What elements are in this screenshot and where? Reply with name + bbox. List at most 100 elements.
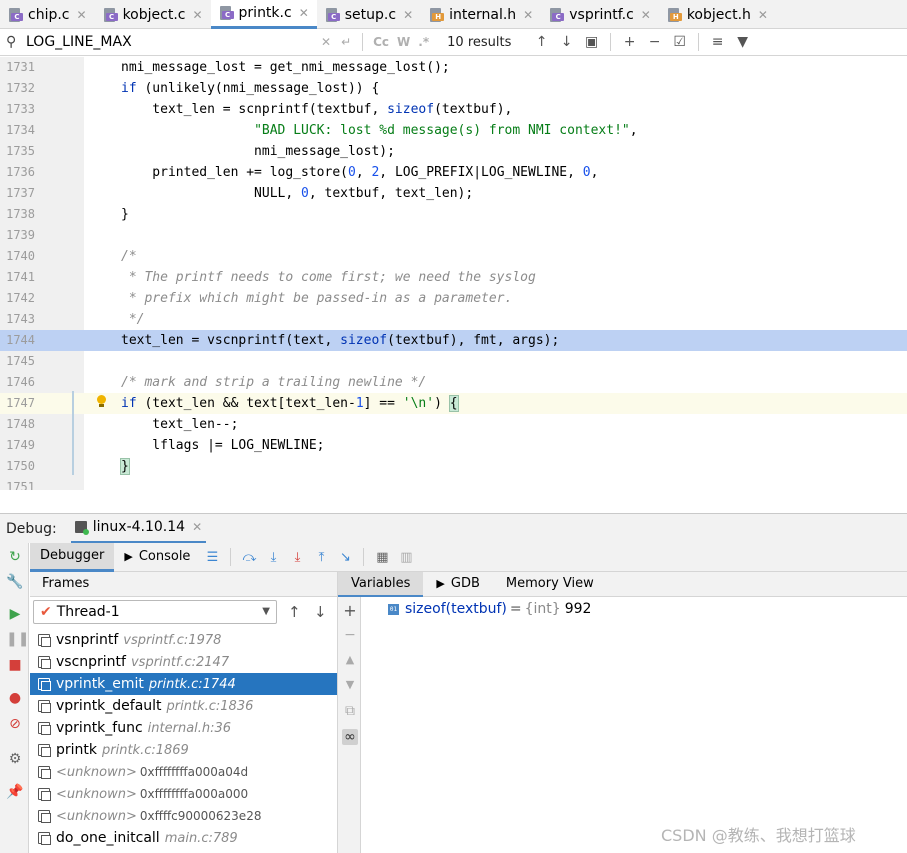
code-editor[interactable]: 1731 nmi_message_lost = get_nmi_message_l…: [0, 57, 907, 490]
code-line[interactable]: 1740 /*: [0, 246, 907, 267]
resume-icon[interactable]: ▶: [6, 605, 24, 623]
close-icon[interactable]: ✕: [77, 8, 87, 22]
code-line[interactable]: 1735 nmi_message_lost);: [0, 141, 907, 162]
thread-select[interactable]: ✔ Thread-1 ▼: [33, 600, 277, 624]
frame-function: <unknown>: [56, 786, 137, 802]
select-all-occurrences-icon[interactable]: ▣: [579, 34, 604, 50]
code-line[interactable]: 1748 text_len--;: [0, 414, 907, 435]
code-line[interactable]: 1743 */: [0, 309, 907, 330]
code-line[interactable]: 1738}: [0, 204, 907, 225]
mute-breakpoints-icon[interactable]: ⊘: [6, 715, 24, 733]
tab-printk-c[interactable]: Cprintk.c ✕: [210, 0, 317, 29]
code-line[interactable]: 1746 /* mark and strip a trailing newline…: [0, 372, 907, 393]
pin-icon[interactable]: 📌: [6, 783, 24, 801]
gear-icon[interactable]: ⚙: [6, 750, 24, 768]
clear-search-icon[interactable]: ✕: [321, 35, 331, 49]
move-down-icon[interactable]: ▼: [342, 678, 358, 691]
tab-internal-h[interactable]: Hinternal.h ✕: [421, 0, 541, 29]
c-file-icon: C: [325, 7, 340, 22]
tab-vsprintf-c[interactable]: Cvsprintf.c ✕: [541, 0, 659, 29]
variable-row[interactable]: 01 sizeof(textbuf) = {int} 992: [388, 601, 591, 617]
code-line[interactable]: 1747 if (text_len && text[text_len-1] == …: [0, 393, 907, 414]
new-line-icon[interactable]: ↵: [341, 35, 351, 49]
move-up-icon[interactable]: ▲: [342, 653, 358, 666]
code-line[interactable]: 1742 * prefix which might be passed-in a…: [0, 288, 907, 309]
add-watch-icon[interactable]: +: [342, 601, 358, 620]
tab-setup-c[interactable]: Csetup.c ✕: [317, 0, 421, 29]
context-options-icon[interactable]: ≡: [705, 34, 730, 50]
tab-memory-view[interactable]: Memory View: [493, 572, 607, 597]
code-line[interactable]: 1736 printed_len += log_store(0, 2, LOG_…: [0, 162, 907, 183]
frame-item[interactable]: vscnprintf vsprintf.c:2147: [30, 651, 337, 673]
tab-kobject-h[interactable]: Hkobject.h ✕: [659, 0, 776, 29]
frame-location: internal.h:36: [147, 720, 232, 736]
frame-item[interactable]: printk printk.c:1869: [30, 739, 337, 761]
close-icon[interactable]: ✕: [641, 8, 651, 22]
show-frames-icon[interactable]: ☰: [200, 550, 224, 565]
close-icon[interactable]: ✕: [403, 8, 413, 22]
layout-icon[interactable]: ▥: [394, 550, 418, 565]
close-icon[interactable]: ✕: [192, 520, 202, 534]
code-line[interactable]: 1739: [0, 225, 907, 246]
code-line[interactable]: 1751: [0, 477, 907, 490]
rerun-icon[interactable]: ↻: [6, 548, 24, 566]
close-icon[interactable]: ✕: [758, 8, 768, 22]
toggle-selection-icon[interactable]: ☑: [667, 34, 692, 50]
tab-gdb[interactable]: ▶ GDB: [423, 572, 492, 597]
frame-item[interactable]: vprintk_func internal.h:36: [30, 717, 337, 739]
frame-item[interactable]: <unknown> 0xffffc90000623e28: [30, 805, 337, 827]
code-line[interactable]: 1732 if (unlikely(nmi_message_lost)) {: [0, 78, 907, 99]
step-over-icon[interactable]: ⤼: [237, 550, 261, 565]
frame-item[interactable]: vsnprintf vsprintf.c:1978: [30, 629, 337, 651]
close-icon[interactable]: ✕: [523, 8, 533, 22]
close-icon[interactable]: ✕: [192, 8, 202, 22]
search-icon[interactable]: ⚲: [6, 34, 22, 50]
step-out-icon[interactable]: ⤒: [309, 550, 333, 565]
show-watches-icon[interactable]: ∞: [342, 729, 358, 745]
code-line[interactable]: 1741 * The printf needs to come first; w…: [0, 267, 907, 288]
code-line[interactable]: 1749 lflags |= LOG_NEWLINE;: [0, 435, 907, 456]
next-frame-icon[interactable]: ↓: [314, 603, 327, 621]
whole-word-toggle[interactable]: W: [397, 35, 410, 49]
previous-occurrence-icon[interactable]: ↑: [529, 34, 554, 50]
frame-item[interactable]: <unknown> 0xffffffffa000a04d: [30, 761, 337, 783]
run-to-cursor-icon[interactable]: ↘: [333, 550, 357, 565]
wrench-icon[interactable]: 🔧: [6, 573, 24, 591]
tab-kobject-c[interactable]: Ckobject.c ✕: [95, 0, 211, 29]
code-line[interactable]: 1733 text_len = scnprintf(textbuf, sizeo…: [0, 99, 907, 120]
code-line[interactable]: 1745: [0, 351, 907, 372]
copy-icon[interactable]: ⧉: [342, 703, 358, 719]
debug-session-tab[interactable]: linux-4.10.14 ✕: [70, 514, 207, 544]
pause-icon[interactable]: ❚❚: [6, 630, 29, 648]
tab-console[interactable]: ▶ Console: [114, 543, 200, 572]
tab-chip-c[interactable]: Cchip.c ✕: [0, 0, 95, 29]
code-line[interactable]: 1734 "BAD LUCK: lost %d message(s) from …: [0, 120, 907, 141]
vcs-change-marker[interactable]: [72, 391, 74, 475]
regex-toggle[interactable]: .*: [418, 35, 429, 49]
step-into-icon[interactable]: ⤓: [261, 550, 285, 565]
view-breakpoints-icon[interactable]: ●: [6, 689, 24, 707]
force-step-into-icon[interactable]: ⤓: [285, 550, 309, 565]
remove-watch-icon[interactable]: −: [342, 627, 358, 643]
frame-item[interactable]: vprintk_default printk.c:1836: [30, 695, 337, 717]
match-case-toggle[interactable]: Cc: [373, 35, 389, 49]
frame-item[interactable]: <unknown> 0xffffffffa000a000: [30, 783, 337, 805]
search-input[interactable]: [26, 31, 316, 53]
evaluate-expression-icon[interactable]: ▦: [370, 550, 394, 565]
frame-item[interactable]: vprintk_emit printk.c:1744: [30, 673, 337, 695]
remove-occurrence-icon[interactable]: −: [642, 34, 667, 50]
tab-debugger[interactable]: Debugger: [30, 542, 115, 572]
code-line[interactable]: 1737 NULL, 0, textbuf, text_len);: [0, 183, 907, 204]
add-occurrence-icon[interactable]: +: [617, 34, 642, 50]
previous-frame-icon[interactable]: ↑: [288, 603, 301, 621]
close-icon[interactable]: ✕: [299, 6, 309, 20]
code-line[interactable]: 1731 nmi_message_lost = get_nmi_message_l…: [0, 57, 907, 78]
tab-variables[interactable]: Variables: [338, 571, 424, 597]
filter-icon[interactable]: ▼: [730, 34, 755, 50]
stop-icon[interactable]: ■: [6, 656, 24, 674]
code-line[interactable]: 1750}: [0, 456, 907, 477]
code-line[interactable]: 1744 text_len = vscnprintf(text, sizeof(t…: [0, 330, 907, 351]
next-occurrence-icon[interactable]: ↓: [554, 34, 579, 50]
frame-item[interactable]: do_one_initcall main.c:789: [30, 827, 337, 849]
lightbulb-icon[interactable]: [96, 395, 106, 409]
